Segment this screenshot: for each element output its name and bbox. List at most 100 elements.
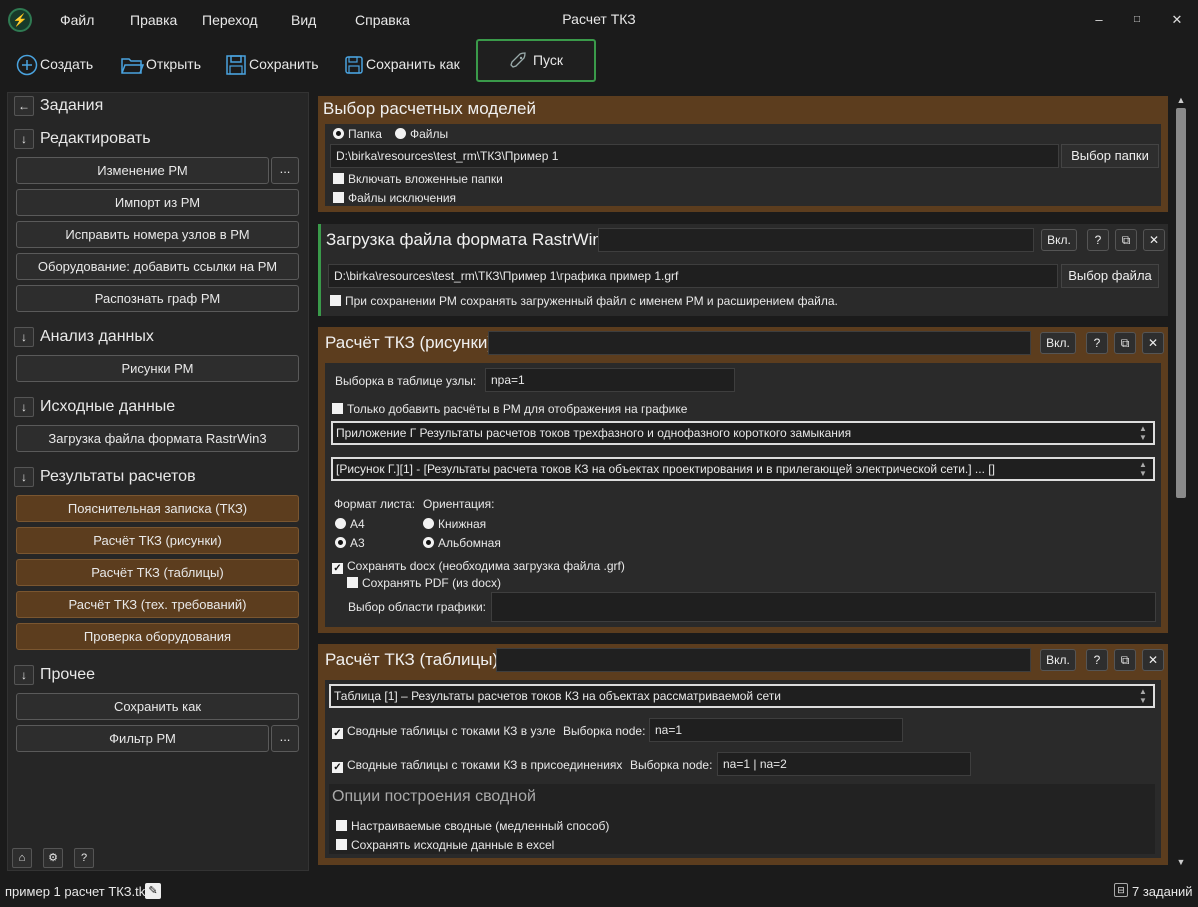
open-button[interactable]: Открыть (120, 50, 201, 78)
tkz-tech-req-button[interactable]: Расчёт ТКЗ (тех. требований) (16, 591, 299, 618)
graphics-area-input[interactable] (491, 592, 1156, 622)
tasks-list-icon[interactable]: ⊟ (1114, 883, 1128, 897)
grf-path-input[interactable]: D:\birka\resources\test_rm\ТКЗ\Пример 1\… (328, 264, 1058, 288)
chevron-down-icon[interactable]: ↓ (14, 326, 34, 347)
home-icon[interactable]: ⌂ (12, 848, 32, 868)
close-icon[interactable]: ✕ (1142, 649, 1164, 671)
back-arrow-icon[interactable]: ← (14, 95, 34, 116)
include-nested-label: Включать вложенные папки (348, 172, 503, 186)
save-as-button[interactable]: Сохранить как (344, 50, 460, 78)
chevron-down-icon[interactable]: ↓ (14, 128, 34, 149)
spin-arrows-icon[interactable]: ▲ ▼ (1137, 687, 1149, 705)
toolbar: Создать Открыть Сохранить Сохранить как (0, 40, 1198, 88)
tkz-tables-button[interactable]: Расчёт ТКЗ (таблицы) (16, 559, 299, 586)
summary-node-checkbox[interactable]: ✓ Сводные таблицы с токами КЗ в узле (332, 724, 556, 739)
save-pdf-checkbox[interactable]: Сохранять PDF (из docx) (347, 576, 501, 590)
equipment-check-button[interactable]: Проверка оборудования (16, 623, 299, 650)
minimize-button[interactable]: – (1084, 8, 1114, 32)
section-other-header[interactable]: ↓ Прочее (14, 663, 95, 687)
exclude-files-checkbox[interactable]: Файлы исключения (333, 191, 456, 205)
menu-help[interactable]: Справка (355, 12, 410, 28)
equipment-links-button[interactable]: Оборудование: добавить ссылки на РМ (16, 253, 299, 280)
menu-view[interactable]: Вид (291, 12, 316, 28)
help-icon[interactable]: ? (74, 848, 94, 868)
folder-path-input[interactable]: D:\birka\resources\test_rm\ТКЗ\Пример 1 (330, 144, 1059, 168)
close-window-button[interactable]: ✕ (1162, 8, 1192, 32)
menu-navigate[interactable]: Переход (202, 12, 258, 28)
choose-folder-button[interactable]: Выбор папки (1061, 144, 1159, 168)
save-button[interactable]: Сохранить (225, 50, 319, 78)
copy-icon[interactable]: ⧉ (1114, 332, 1136, 354)
save-docx-checkbox[interactable]: ✓ Сохранять docx (необходима загрузка фай… (332, 559, 625, 574)
include-nested-checkbox[interactable]: Включать вложенные папки (333, 172, 503, 186)
menu-file[interactable]: Файл (60, 12, 94, 28)
vertical-scrollbar[interactable]: ▲ ▼ (1173, 92, 1189, 871)
fix-node-numbers-button[interactable]: Исправить номера узлов в РМ (16, 221, 299, 248)
rastr-help-button[interactable]: ? (1087, 229, 1109, 251)
nodes-selection-input[interactable]: npa=1 (485, 368, 735, 392)
run-button[interactable]: Пуск (476, 39, 596, 82)
recognize-graph-button[interactable]: Распознать граф РМ (16, 285, 299, 312)
edit-rm-more-button[interactable]: ... (271, 157, 299, 184)
section-edit-header[interactable]: ↓ Редактировать (14, 127, 151, 151)
figure-title-input[interactable]: [Рисунок Г.][1] - [Результаты расчета то… (331, 457, 1155, 481)
scroll-down-icon[interactable]: ▼ (1176, 856, 1186, 868)
spin-arrows-icon[interactable]: ▲ ▼ (1137, 424, 1149, 442)
save-as-task-button[interactable]: Сохранить как (16, 693, 299, 720)
section-source-header[interactable]: ↓ Исходные данные (14, 395, 175, 419)
chevron-down-icon[interactable]: ↓ (14, 466, 34, 487)
scrollbar-thumb[interactable] (1176, 108, 1186, 498)
close-icon[interactable]: ✕ (1143, 229, 1165, 251)
tables-comment-input[interactable] (496, 648, 1031, 672)
rm-pictures-button[interactable]: Рисунки РМ (16, 355, 299, 382)
pictures-comment-input[interactable] (488, 331, 1031, 355)
import-rm-button[interactable]: Импорт из РМ (16, 189, 299, 216)
radio-folder[interactable]: Папка (333, 127, 382, 141)
load-rastrwin-button[interactable]: Загрузка файла формата RastrWin3 (16, 425, 299, 452)
spin-arrows-icon[interactable]: ▲ ▼ (1137, 460, 1149, 478)
save-excel-checkbox[interactable]: Сохранять исходные данные в excel (336, 838, 554, 852)
node-selection-label-1: Выборка node: (563, 724, 646, 738)
table-title-input[interactable]: Таблица [1] – Результаты расчетов токов … (329, 684, 1155, 708)
section-analysis-header[interactable]: ↓ Анализ данных (14, 325, 154, 349)
scroll-up-icon[interactable]: ▲ (1176, 94, 1186, 106)
chevron-down-icon[interactable]: ↓ (14, 664, 34, 685)
node-selection-input-2[interactable]: na=1 | na=2 (717, 752, 971, 776)
summary-conn-checkbox[interactable]: ✓ Сводные таблицы с токами КЗ в присоедин… (332, 758, 622, 773)
choose-file-button[interactable]: Выбор файла (1061, 264, 1159, 288)
copy-icon[interactable]: ⧉ (1114, 649, 1136, 671)
tables-help-button[interactable]: ? (1086, 649, 1108, 671)
maximize-button[interactable]: □ (1122, 8, 1152, 32)
summary-node-label: Сводные таблицы с токами КЗ в узле (347, 724, 556, 738)
tables-enable-button[interactable]: Вкл. (1040, 649, 1076, 671)
rastr-comment-input[interactable] (598, 228, 1034, 252)
create-button[interactable]: Создать (16, 50, 93, 78)
tkz-pictures-button[interactable]: Расчёт ТКЗ (рисунки) (16, 527, 299, 554)
chevron-down-icon[interactable]: ↓ (14, 396, 34, 417)
edit-rm-button[interactable]: Изменение РМ (16, 157, 269, 184)
checkbox-icon (347, 577, 358, 588)
settings-icon[interactable]: ⚙ (43, 848, 63, 868)
rastr-enable-button[interactable]: Вкл. (1041, 229, 1077, 251)
menu-edit[interactable]: Правка (130, 12, 177, 28)
close-icon[interactable]: ✕ (1142, 332, 1164, 354)
radio-portrait[interactable]: Книжная (423, 517, 486, 531)
edit-icon[interactable]: ✎ (145, 883, 161, 899)
radio-landscape[interactable]: Альбомная (423, 536, 501, 550)
pictures-help-button[interactable]: ? (1086, 332, 1108, 354)
pictures-enable-button[interactable]: Вкл. (1040, 332, 1076, 354)
radio-a3[interactable]: А3 (335, 536, 365, 550)
radio-a4[interactable]: А4 (335, 517, 365, 531)
section-results-header[interactable]: ↓ Результаты расчетов (14, 465, 196, 489)
copy-icon[interactable]: ⧉ (1115, 229, 1137, 251)
status-bar: пример 1 расчет ТКЗ.tkz ✎ ⊟ 7 заданий (0, 877, 1198, 907)
custom-pivot-checkbox[interactable]: Настраиваемые сводные (медленный способ) (336, 819, 609, 833)
only-add-checkbox[interactable]: Только добавить расчёты в РМ для отображ… (332, 402, 687, 416)
filter-rm-more-button[interactable]: ... (271, 725, 299, 752)
radio-files[interactable]: Файлы (395, 127, 448, 141)
save-loaded-file-checkbox[interactable]: При сохранении РМ сохранять загруженный … (330, 294, 838, 308)
explanatory-note-button[interactable]: Пояснительная записка (ТКЗ) (16, 495, 299, 522)
node-selection-input-1[interactable]: na=1 (649, 718, 903, 742)
appendix-title-input[interactable]: Приложение Г Результаты расчетов токов т… (331, 421, 1155, 445)
filter-rm-button[interactable]: Фильтр РМ (16, 725, 269, 752)
